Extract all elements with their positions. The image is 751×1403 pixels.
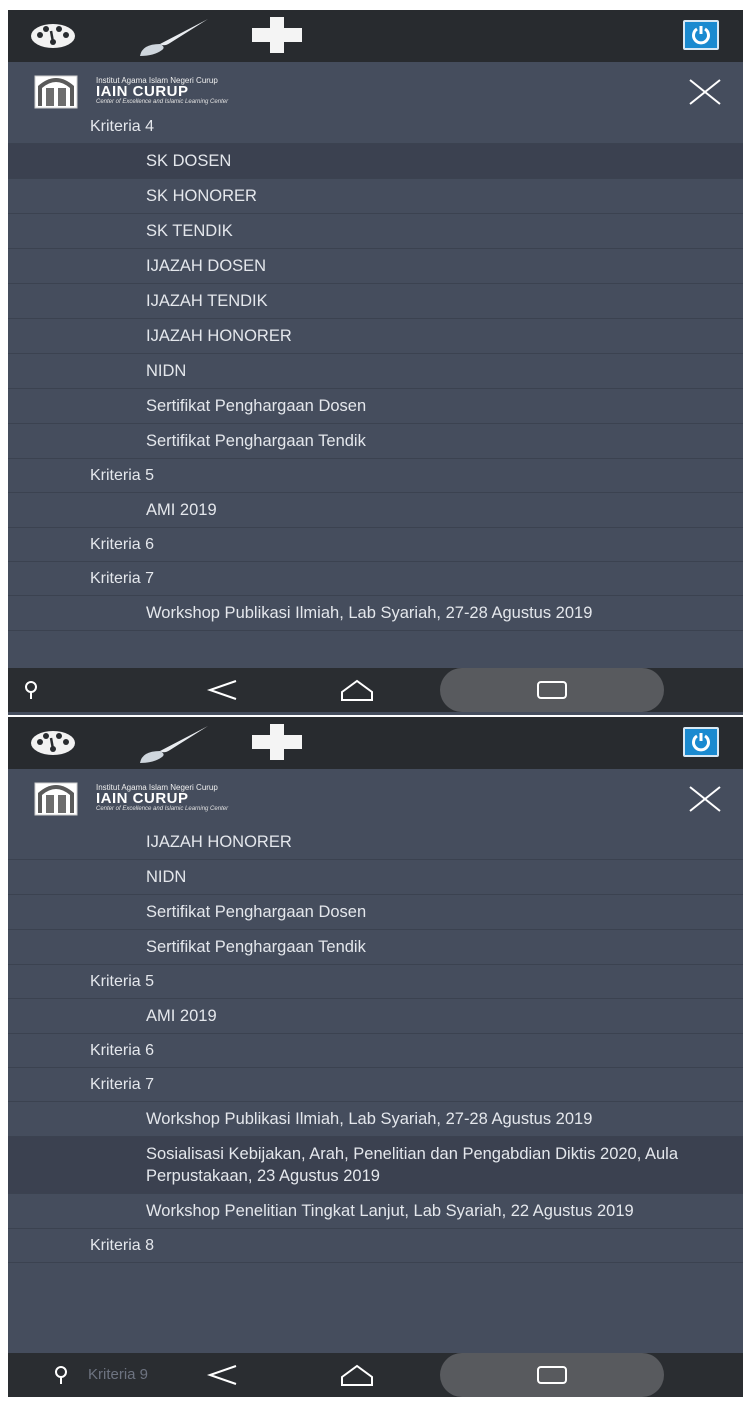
menu-sub-item[interactable]: Sertifikat Penghargaan Dosen — [8, 895, 743, 930]
nav-menu: IJAZAH HONORER NIDN Sertifikat Penghargaan… — [8, 825, 743, 1263]
menu-sub-item[interactable]: NIDN — [8, 354, 743, 389]
menu-sub-item[interactable]: NIDN — [8, 860, 743, 895]
menu-sub-item[interactable]: IJAZAH TENDIK — [8, 284, 743, 319]
menu-section-item[interactable]: Kriteria 7 — [8, 562, 743, 596]
power-icon — [692, 26, 710, 45]
recents-icon[interactable] — [536, 1365, 568, 1385]
logo-name: IAIN CURUP — [96, 83, 189, 100]
menu-sub-item[interactable]: IJAZAH HONORER — [8, 825, 743, 860]
logo-emblem — [34, 782, 78, 816]
menu-sub-item[interactable]: IJAZAH DOSEN — [8, 249, 743, 284]
plus-icon[interactable] — [250, 722, 304, 762]
android-nav-bar — [8, 668, 743, 712]
android-nav-bar: Kriteria 9 — [8, 1353, 743, 1397]
menu-sub-item[interactable]: Sertifikat Penghargaan Tendik — [8, 930, 743, 965]
back-icon[interactable] — [206, 679, 238, 701]
screenshot-1: Institut Agama Islam Negeri Curup IAIN C… — [8, 10, 743, 715]
paint-brush-icon[interactable] — [138, 16, 212, 58]
menu-sub-item[interactable]: Workshop Publikasi Ilmiah, Lab Syariah, … — [8, 1102, 743, 1137]
logo-name: IAIN CURUP — [96, 790, 189, 807]
back-icon[interactable] — [206, 1364, 238, 1386]
logo-emblem — [34, 75, 78, 109]
menu-sub-item[interactable]: Sosialisasi Kebijakan, Arah, Penelitian … — [8, 1137, 743, 1194]
menu-section-item[interactable]: Kriteria 4 — [8, 110, 743, 144]
top-toolbar — [8, 717, 743, 769]
menu-sub-item[interactable]: AMI 2019 — [8, 999, 743, 1034]
power-button[interactable] — [683, 727, 719, 757]
menu-sub-item[interactable]: Sertifikat Penghargaan Tendik — [8, 424, 743, 459]
menu-sub-item[interactable]: AMI 2019 — [8, 493, 743, 528]
menu-sub-item[interactable]: SK HONORER — [8, 179, 743, 214]
menu-section-item[interactable]: Kriteria 5 — [8, 459, 743, 493]
menu-sub-item[interactable]: SK TENDIK — [8, 214, 743, 249]
home-icon[interactable] — [340, 678, 374, 702]
close-icon[interactable] — [688, 785, 722, 813]
search-icon[interactable] — [52, 1365, 70, 1385]
power-icon — [692, 733, 710, 752]
paint-brush-icon[interactable] — [138, 723, 212, 765]
menu-header: Institut Agama Islam Negeri Curup IAIN C… — [8, 62, 743, 114]
menu-sub-item[interactable]: Sertifikat Penghargaan Dosen — [8, 389, 743, 424]
menu-section-item[interactable]: Kriteria 6 — [8, 1034, 743, 1068]
home-icon[interactable] — [340, 1363, 374, 1387]
plus-icon[interactable] — [250, 15, 304, 55]
recents-icon[interactable] — [536, 680, 568, 700]
menu-sub-item[interactable]: SK DOSEN — [8, 144, 743, 179]
menu-section-item[interactable]: Kriteria 7 — [8, 1068, 743, 1102]
menu-section-item[interactable]: Kriteria 6 — [8, 528, 743, 562]
peek-menu-item[interactable]: Kriteria 9 — [88, 1366, 148, 1383]
menu-sub-item[interactable]: IJAZAH HONORER — [8, 319, 743, 354]
menu-section-item[interactable]: Kriteria 8 — [8, 1229, 743, 1263]
logo-tagline: Center of Excellence and Islamic Learnin… — [96, 99, 229, 105]
menu-sub-item[interactable]: Workshop Publikasi Ilmiah, Lab Syariah, … — [8, 596, 743, 631]
logo-tagline: Center of Excellence and Islamic Learnin… — [96, 806, 229, 812]
menu-section-item[interactable]: Kriteria 5 — [8, 965, 743, 999]
gauge-icon[interactable] — [30, 20, 76, 48]
menu-header: Institut Agama Islam Negeri Curup IAIN C… — [8, 769, 743, 821]
search-icon[interactable] — [22, 680, 40, 700]
top-toolbar — [8, 10, 743, 62]
nav-menu: Kriteria 4 SK DOSEN SK HONORER SK TENDIK IJA… — [8, 110, 743, 631]
screenshot-2: Institut Agama Islam Negeri Curup IAIN C… — [8, 717, 743, 1397]
close-icon[interactable] — [688, 78, 722, 106]
menu-sub-item[interactable]: Workshop Penelitian Tingkat Lanjut, Lab … — [8, 1194, 743, 1229]
gauge-icon[interactable] — [30, 727, 76, 755]
power-button[interactable] — [683, 20, 719, 50]
